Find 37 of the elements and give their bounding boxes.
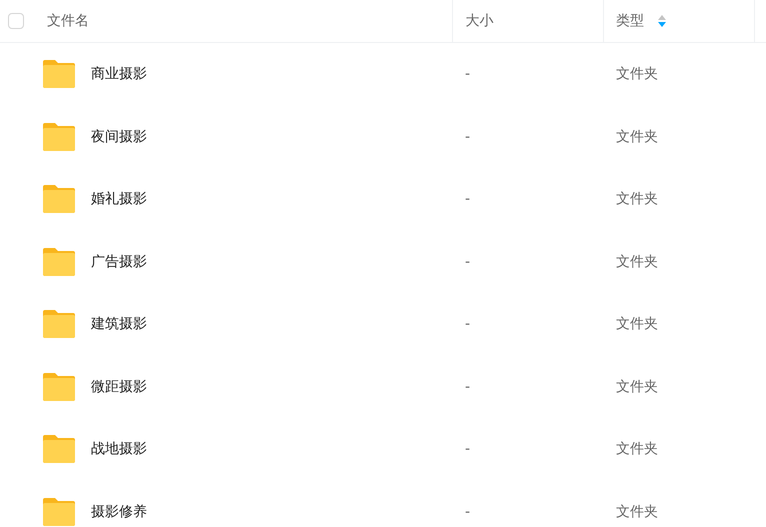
column-header[interactable]: 类型 [616,12,644,30]
file-type: 文件夹 [616,378,658,396]
file-name[interactable]: 战地摄影 [91,440,147,458]
file-name[interactable]: 夜间摄影 [91,128,147,146]
sort-icon[interactable] [658,15,666,27]
file-type: 文件夹 [616,252,658,271]
folder-icon [43,435,75,464]
file-name[interactable]: 广告摄影 [91,252,147,271]
file-size: - [465,316,470,332]
folder-icon [43,372,75,401]
file-type: 文件夹 [616,440,658,458]
file-name[interactable]: 建筑摄影 [91,315,147,334]
file-size: - [465,504,470,520]
select-all-checkbox[interactable] [8,13,24,29]
folder-icon [43,122,75,151]
file-type: 文件夹 [616,315,658,334]
folder-icon [43,310,75,338]
file-name[interactable]: 微距摄影 [91,378,147,396]
folder-icon [43,248,75,276]
file-type: 文件夹 [616,128,658,146]
file-type: 文件夹 [616,502,658,521]
file-type: 文件夹 [616,65,658,84]
file-size: - [465,378,470,395]
column-header[interactable]: 大小 [465,12,494,30]
file-name[interactable]: 摄影修养 [91,502,147,521]
column-header[interactable]: 文件名 [47,12,89,30]
folder-icon [43,185,75,214]
folder-icon [43,498,75,526]
file-size: - [465,254,470,270]
file-name[interactable]: 婚礼摄影 [91,190,147,208]
file-name[interactable]: 商业摄影 [91,65,147,84]
file-size: - [465,66,470,82]
file-size: - [465,128,470,145]
file-size: - [465,441,470,458]
file-type: 文件夹 [616,190,658,208]
file-size: - [465,191,470,208]
folder-icon [43,60,75,88]
